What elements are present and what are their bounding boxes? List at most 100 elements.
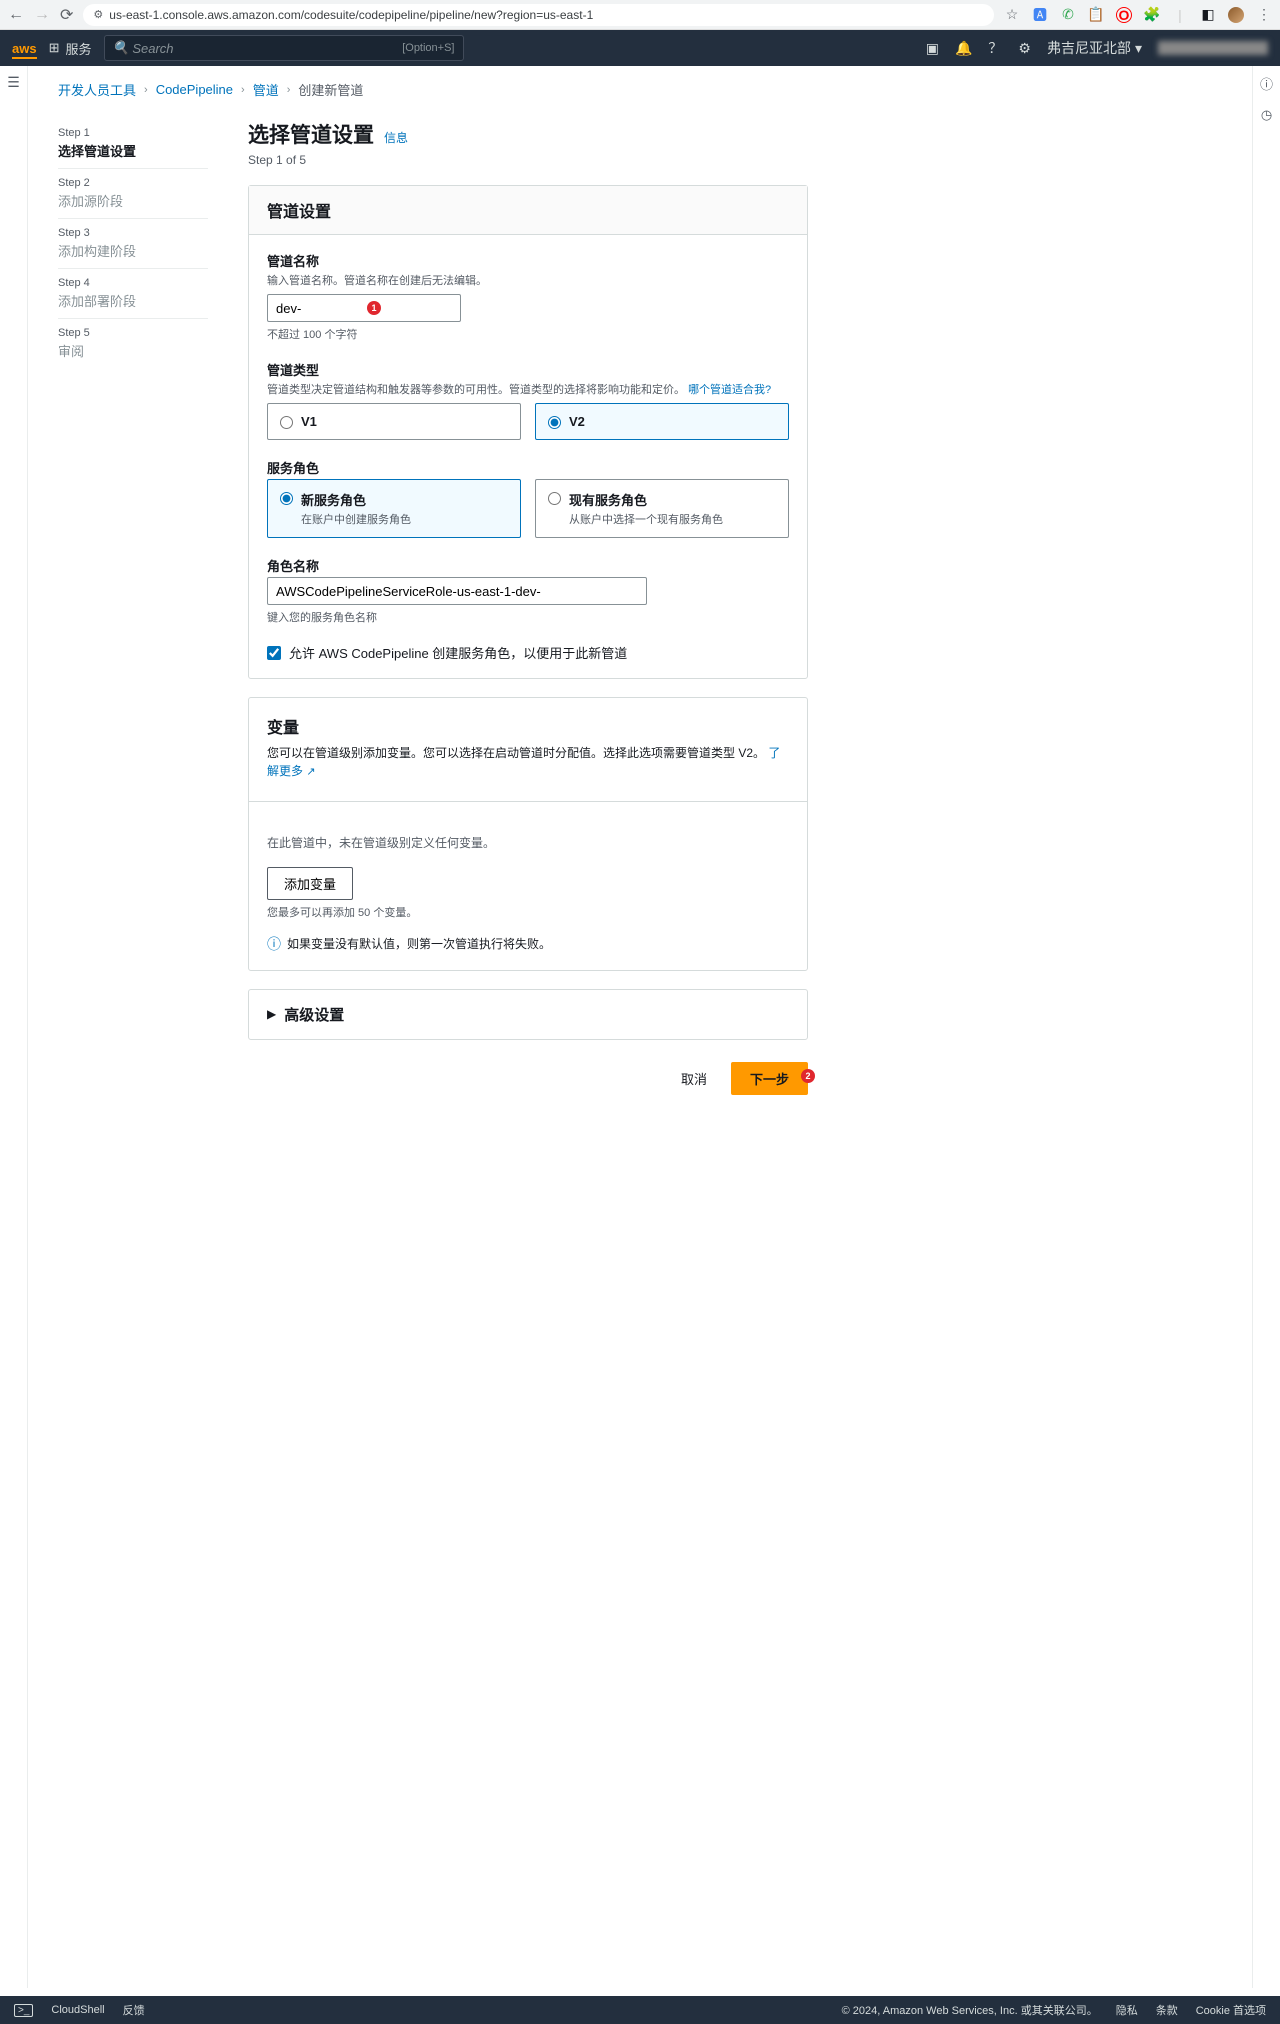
pipeline-settings-panel: 管道设置 管道名称 输入管道名称。管道名称在创建后无法编辑。 1 不超过 100 [248, 185, 808, 679]
terms-link[interactable]: 条款 [1156, 2002, 1178, 2018]
add-variable-button[interactable]: 添加变量 [267, 867, 353, 900]
annotation-badge-1: 1 [367, 301, 381, 315]
advanced-toggle[interactable]: ▶ 高级设置 [249, 990, 807, 1039]
pipeline-type-label: 管道类型 [267, 360, 789, 379]
info-icon: ⓘ [267, 934, 281, 954]
right-drawer: ⓘ ◷ [1252, 66, 1280, 1988]
chevron-right-icon: › [287, 84, 291, 96]
settings-icon[interactable]: ⚙ [1018, 40, 1031, 57]
cloudshell-icon[interactable]: ▣ [926, 40, 939, 57]
step-1[interactable]: Step 1 选择管道设置 [58, 119, 208, 169]
opera-icon[interactable]: O [1116, 7, 1132, 23]
allow-create-role-checkbox[interactable] [267, 646, 281, 660]
privacy-link[interactable]: 隐私 [1116, 2002, 1138, 2018]
side-panel-icon[interactable]: ◧ [1200, 7, 1216, 23]
variables-panel: 变量 您可以在管道级别添加变量。您可以选择在启动管道时分配值。选择此选项需要管道… [248, 697, 808, 971]
panel-title: 管道设置 [267, 198, 789, 222]
extension-icon[interactable]: 📋 [1088, 7, 1104, 23]
search-input[interactable]: 🔍 Search [Option+S] [104, 35, 464, 61]
help-icon[interactable]: ？ [988, 38, 1002, 58]
variables-warning: ⓘ 如果变量没有默认值，则第一次管道执行将失败。 [267, 934, 789, 954]
pipeline-type-v2[interactable]: V2 [535, 403, 789, 440]
info-link[interactable]: 信息 [384, 129, 408, 146]
search-shortcut: [Option+S] [402, 42, 454, 54]
existing-service-role[interactable]: 现有服务角色 从账户中选择一个现有服务角色 [535, 479, 789, 538]
profile-avatar[interactable] [1228, 7, 1244, 23]
new-service-role[interactable]: 新服务角色 在账户中创建服务角色 [267, 479, 521, 538]
pipeline-type-desc: 管道类型决定管道结构和触发器等参数的可用性。管道类型的选择将影响功能和定价。 哪… [267, 381, 789, 397]
which-pipeline-link[interactable]: 哪个管道适合我? [688, 384, 771, 396]
breadcrumb: 开发人员工具 › CodePipeline › 管道 › 创建新管道 [58, 80, 1222, 99]
variables-limit: 您最多可以再添加 50 个变量。 [267, 904, 789, 920]
external-link-icon: ↗ [306, 766, 315, 778]
pipeline-name-desc: 输入管道名称。管道名称在创建后无法编辑。 [267, 272, 789, 288]
forward-button[interactable]: → [34, 6, 50, 24]
caret-right-icon: ▶ [267, 1007, 276, 1021]
allow-create-role-label: 允许 AWS CodePipeline 创建服务角色，以便用于此新管道 [289, 643, 627, 662]
chevron-right-icon: › [144, 84, 148, 96]
wizard-steps: Step 1 选择管道设置 Step 2 添加源阶段 Step 3 添加构建阶段… [58, 119, 208, 1095]
chevron-down-icon: ▾ [1135, 40, 1142, 57]
services-menu[interactable]: ⊞ 服务 [49, 39, 92, 58]
annotation-badge-2: 2 [801, 1069, 815, 1083]
aws-top-nav: aws ⊞ 服务 🔍 Search [Option+S] ▣ 🔔 ？ ⚙ 弗吉尼… [0, 30, 1280, 66]
divider: | [1172, 7, 1188, 23]
cancel-button[interactable]: 取消 [671, 1063, 717, 1094]
cloudshell-icon[interactable]: >_ [14, 2004, 33, 2017]
role-name-label: 角色名称 [267, 556, 789, 575]
services-label: 服务 [65, 39, 91, 58]
translate-icon[interactable]: 🅰 [1032, 7, 1048, 23]
left-drawer-toggle[interactable]: ☰ [0, 66, 28, 1988]
clock-icon[interactable]: ◷ [1261, 107, 1272, 123]
service-role-label: 服务角色 [267, 458, 789, 477]
region-selector[interactable]: 弗吉尼亚北部 ▾ [1047, 38, 1142, 58]
pipeline-type-v1[interactable]: V1 [267, 403, 521, 440]
search-icon: 🔍 [113, 40, 129, 56]
breadcrumb-current: 创建新管道 [298, 80, 363, 99]
variables-empty: 在此管道中，未在管道级别定义任何变量。 [267, 834, 789, 851]
address-bar[interactable]: ⚙ us-east-1.console.aws.amazon.com/codes… [83, 4, 994, 26]
menu-icon[interactable]: ⋮ [1256, 7, 1272, 23]
page-title: 选择管道设置 [248, 119, 374, 149]
step-3: Step 3 添加构建阶段 [58, 219, 208, 269]
account-info[interactable] [1158, 41, 1268, 55]
cloudshell-link[interactable]: CloudShell [51, 2004, 104, 2016]
breadcrumb-link[interactable]: 开发人员工具 [58, 80, 136, 99]
hamburger-icon: ☰ [7, 74, 20, 1988]
extension-icon[interactable]: ✆ [1060, 7, 1076, 23]
step-4: Step 4 添加部署阶段 [58, 269, 208, 319]
search-placeholder: Search [132, 41, 173, 56]
variables-desc: 您可以在管道级别添加变量。您可以选择在启动管道时分配值。选择此选项需要管道类型 … [267, 744, 789, 781]
advanced-title: 高级设置 [284, 1004, 344, 1025]
breadcrumb-link[interactable]: 管道 [253, 80, 279, 99]
step-5: Step 5 审阅 [58, 319, 208, 368]
region-label: 弗吉尼亚北部 [1047, 38, 1131, 58]
breadcrumb-link[interactable]: CodePipeline [156, 82, 233, 97]
role-name-hint: 键入您的服务角色名称 [267, 609, 789, 625]
advanced-settings-panel: ▶ 高级设置 [248, 989, 808, 1040]
feedback-link[interactable]: 反馈 [123, 2002, 145, 2018]
step-2: Step 2 添加源阶段 [58, 169, 208, 219]
pipeline-name-label: 管道名称 [267, 251, 789, 270]
pipeline-name-hint: 不超过 100 个字符 [267, 326, 789, 342]
back-button[interactable]: ← [8, 6, 24, 24]
url-text: us-east-1.console.aws.amazon.com/codesui… [109, 8, 593, 22]
grid-icon: ⊞ [49, 40, 60, 56]
next-button[interactable]: 下一步 2 [731, 1062, 808, 1095]
variables-title: 变量 [267, 714, 789, 738]
aws-logo[interactable]: aws [12, 41, 37, 56]
chevron-right-icon: › [241, 84, 245, 96]
allow-create-role[interactable]: 允许 AWS CodePipeline 创建服务角色，以便用于此新管道 [267, 643, 789, 662]
pipeline-name-input[interactable] [267, 294, 461, 322]
site-info-icon[interactable]: ⚙ [93, 8, 103, 21]
role-name-input[interactable] [267, 577, 647, 605]
aws-footer: >_ CloudShell 反馈 © 2024, Amazon Web Serv… [0, 1996, 1280, 2024]
notifications-icon[interactable]: 🔔 [955, 40, 972, 57]
cookie-link[interactable]: Cookie 首选项 [1196, 2002, 1266, 2018]
browser-chrome: ← → ⟳ ⚙ us-east-1.console.aws.amazon.com… [0, 0, 1280, 30]
bookmark-icon[interactable]: ☆ [1004, 7, 1020, 23]
copyright: © 2024, Amazon Web Services, Inc. 或其关联公司… [842, 2002, 1098, 2018]
info-icon[interactable]: ⓘ [1260, 74, 1273, 93]
reload-button[interactable]: ⟳ [60, 5, 73, 25]
extensions-icon[interactable]: 🧩 [1144, 7, 1160, 23]
